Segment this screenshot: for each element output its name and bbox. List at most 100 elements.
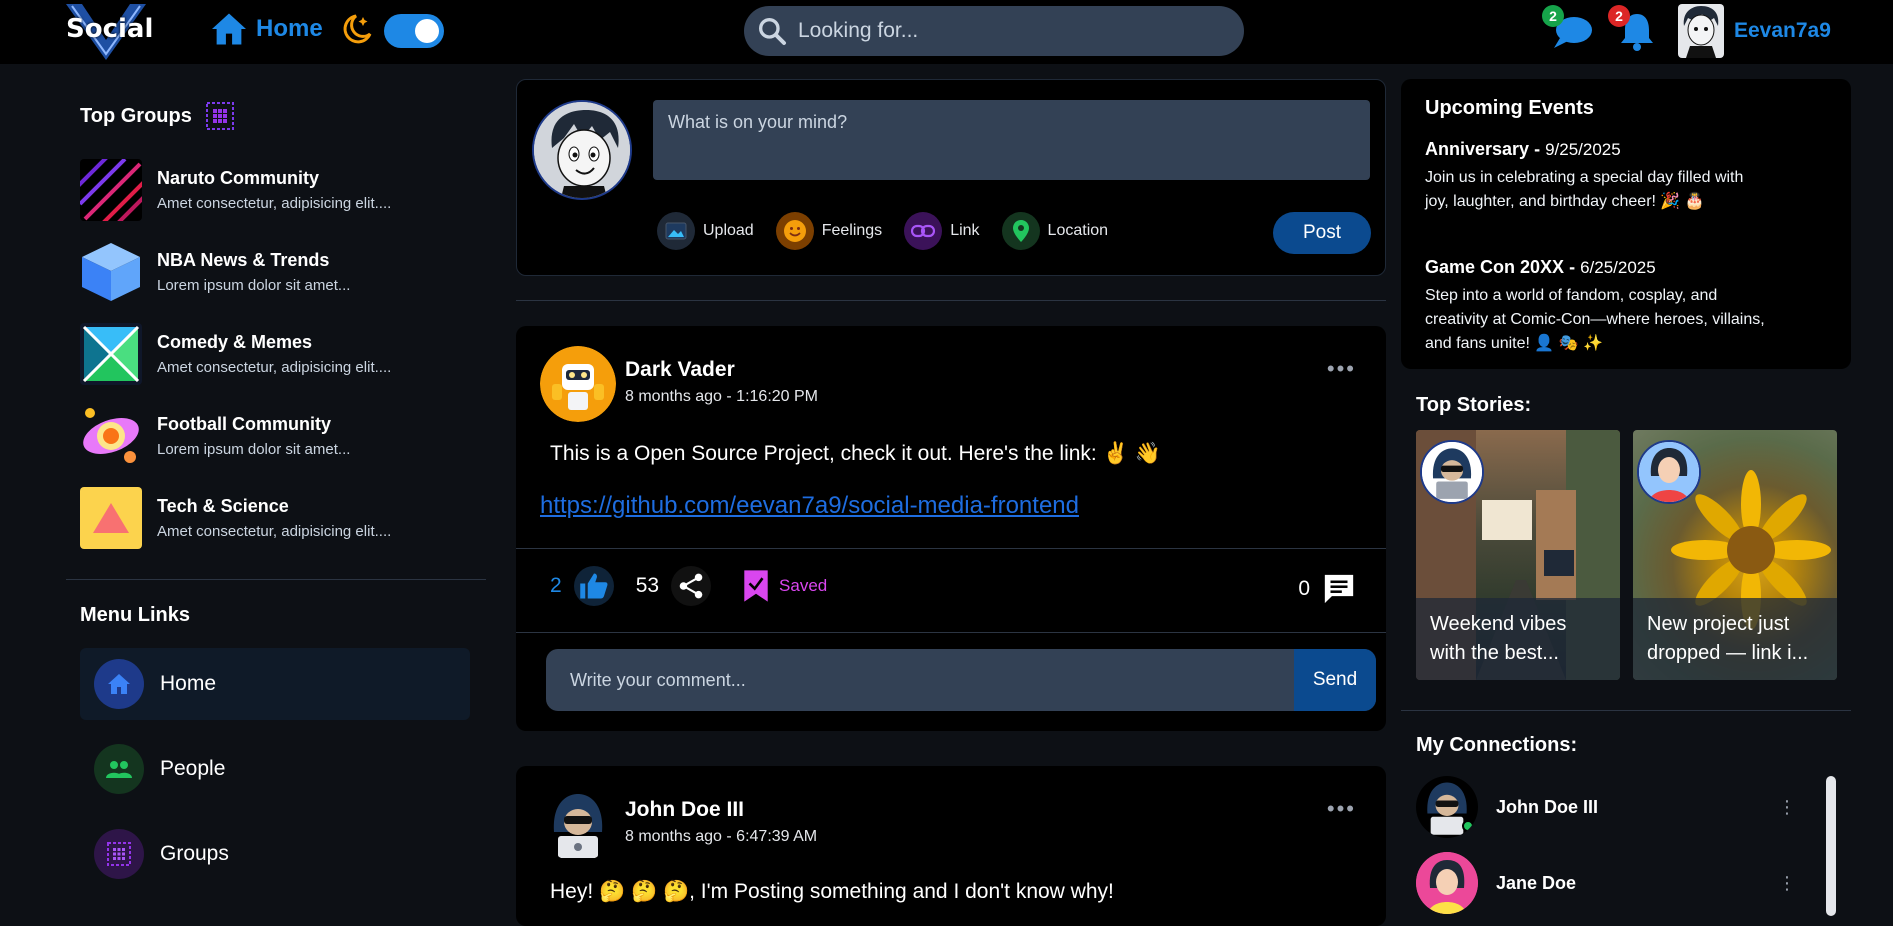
likes-count: 2	[550, 574, 562, 597]
group-name: Naruto Community	[157, 168, 319, 188]
feed-divider	[516, 300, 1386, 301]
story-author-avatar	[1420, 440, 1484, 504]
post-author-name[interactable]: Dark Vader	[625, 358, 735, 382]
sidebar-item-people[interactable]: People	[80, 733, 470, 805]
moon-stars-icon	[343, 14, 372, 44]
home-icon	[94, 659, 144, 709]
comments-button[interactable]: 0	[1298, 572, 1356, 606]
username: Eevan7a9	[1734, 19, 1831, 42]
share-button[interactable]	[671, 566, 712, 606]
link-button[interactable]: Link	[904, 212, 980, 250]
event-date: 9/25/2025	[1545, 140, 1621, 159]
sidebar-item-label: Home	[160, 672, 217, 695]
notifications-button[interactable]: 2	[1608, 5, 1662, 56]
event-name: Anniversary	[1425, 139, 1530, 159]
like-button[interactable]	[573, 566, 614, 606]
group-description: Lorem ipsum dolor sit amet...	[157, 277, 351, 294]
user-avatar	[1678, 4, 1724, 58]
grid-icon	[205, 102, 234, 130]
story-card[interactable]: Weekend vibes with the best...	[1416, 430, 1620, 680]
send-comment-button[interactable]: Send	[1294, 649, 1376, 711]
post-timestamp: 8 months ago - 1:16:20 PM	[625, 388, 818, 405]
logo-text: Social	[66, 14, 154, 44]
post-reactions: 2 53 Saved	[550, 566, 827, 606]
more-options-icon[interactable]: •••	[1327, 796, 1356, 822]
post-timestamp: 8 months ago - 6:47:39 AM	[625, 828, 818, 845]
group-name: Comedy & Memes	[157, 332, 313, 352]
search-icon	[759, 18, 786, 45]
sidebar-item-groups[interactable]: Groups	[80, 818, 470, 890]
post-body: This is a Open Source Project, check it …	[550, 442, 1161, 465]
post-author-name[interactable]: John Doe III	[625, 798, 744, 822]
messages-badge: 2	[1542, 5, 1564, 27]
feelings-button[interactable]: Feelings	[775, 212, 882, 250]
my-connections-title: My Connections:	[1416, 734, 1578, 756]
upcoming-events-title: Upcoming Events	[1425, 97, 1594, 119]
connection-name: Jane Doe	[1496, 872, 1577, 893]
post-button[interactable]: Post	[1273, 212, 1371, 254]
connections-scrollbar[interactable]	[1826, 776, 1836, 916]
story-author-avatar	[1637, 440, 1701, 504]
group-thumbnail	[80, 323, 142, 385]
more-options-icon[interactable]: ⋮	[1778, 873, 1796, 894]
post-author-avatar[interactable]	[540, 346, 616, 422]
notifications-badge: 2	[1608, 5, 1630, 27]
comment-form: Send	[546, 649, 1376, 711]
connection-name: John Doe III	[1496, 796, 1599, 817]
group-item-comedy[interactable]: Comedy & Memes Amet consectetur, adipisi…	[80, 323, 391, 385]
logo[interactable]: Social	[64, 2, 153, 60]
story-caption: Weekend vibes with the best...	[1416, 598, 1620, 680]
group-thumbnail	[80, 405, 142, 467]
top-groups-title: Top Groups	[80, 104, 192, 127]
post-divider	[516, 548, 1386, 549]
sidebar-item-home[interactable]: Home	[80, 648, 470, 720]
composer-actions: Upload Feelings Link Location	[657, 212, 1108, 250]
post-composer: Upload Feelings Link Location Post	[516, 79, 1386, 276]
saved-label: Saved	[779, 576, 828, 595]
sidebar-divider	[66, 579, 486, 580]
post-link[interactable]: https://github.com/eevan7a9/social-media…	[540, 492, 1079, 520]
story-caption: New project just dropped — link i...	[1633, 598, 1837, 680]
composer-avatar	[532, 100, 632, 200]
group-item-football[interactable]: Football Community Lorem ipsum dolor sit…	[80, 405, 350, 467]
group-item-nba[interactable]: NBA News & Trends Lorem ipsum dolor sit …	[80, 241, 350, 303]
event-name: Game Con 20XX	[1425, 257, 1565, 277]
sidebar-item-label: People	[160, 757, 226, 780]
link-icon	[904, 212, 943, 250]
post-input[interactable]	[653, 100, 1370, 180]
post-divider	[516, 632, 1386, 633]
location-button[interactable]: Location	[1001, 212, 1108, 250]
event-item[interactable]: Game Con 20XX - 6/25/2025 Step into a wo…	[1425, 257, 1765, 356]
group-description: Lorem ipsum dolor sit amet...	[157, 441, 351, 458]
home-link[interactable]: Home	[210, 12, 323, 46]
connection-item[interactable]: Jane Doe ⋮	[1416, 852, 1816, 914]
top-stories-title: Top Stories:	[1416, 394, 1532, 416]
group-item-tech[interactable]: Tech & Science Amet consectetur, adipisi…	[80, 487, 391, 549]
search-input[interactable]	[798, 19, 1198, 43]
bookmark-check-icon	[744, 570, 768, 602]
upload-button[interactable]: Upload	[657, 212, 754, 250]
upcoming-events-card: Upcoming Events Anniversary - 9/25/2025 …	[1401, 79, 1851, 369]
story-card[interactable]: New project just dropped — link i...	[1633, 430, 1837, 680]
group-description: Amet consectetur, adipisicing elit....	[157, 523, 392, 540]
more-options-icon[interactable]: ⋮	[1778, 797, 1796, 818]
group-item-naruto[interactable]: Naruto Community Amet consectetur, adipi…	[80, 159, 391, 221]
saved-button[interactable]: Saved	[743, 569, 827, 603]
group-name: Football Community	[157, 414, 331, 434]
event-description: Step into a world of fandom, cosplay, an…	[1425, 287, 1765, 352]
comment-input[interactable]	[546, 649, 1294, 711]
theme-toggle[interactable]	[384, 14, 444, 48]
more-options-icon[interactable]: •••	[1327, 356, 1356, 382]
event-item[interactable]: Anniversary - 9/25/2025 Join us in celeb…	[1425, 139, 1765, 214]
groups-icon	[94, 829, 144, 879]
upload-label: Upload	[703, 222, 754, 239]
event-date: 6/25/2025	[1580, 258, 1656, 277]
post-author-avatar[interactable]	[540, 786, 616, 862]
right-divider	[1401, 710, 1851, 711]
user-menu[interactable]: Eevan7a9	[1678, 4, 1831, 58]
people-icon	[94, 744, 144, 794]
messages-button[interactable]: 2	[1542, 5, 1596, 56]
shares-count: 53	[635, 574, 660, 597]
connection-item[interactable]: John Doe III ⋮	[1416, 776, 1816, 838]
group-thumbnail	[80, 487, 142, 549]
